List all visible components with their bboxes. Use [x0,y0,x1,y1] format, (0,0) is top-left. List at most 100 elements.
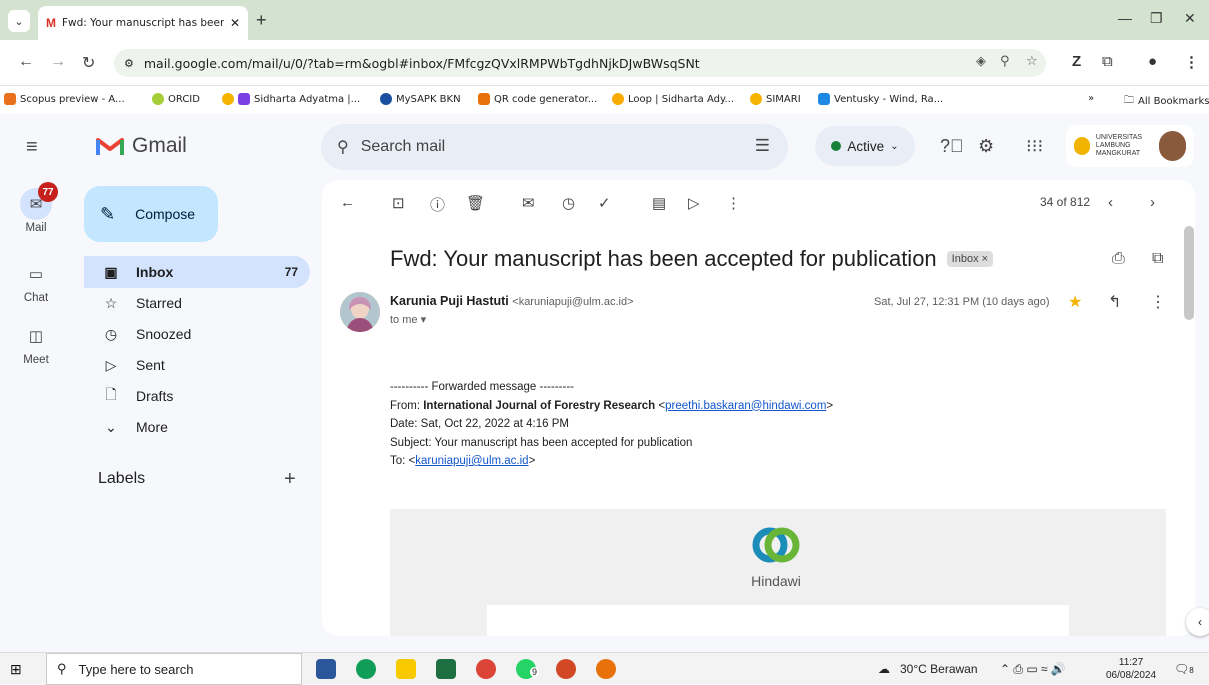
search-options-icon[interactable]: ☰ [755,136,770,156]
chrome-icon[interactable] [476,659,496,679]
search-bar[interactable]: ⚲ Search mail ☰ [321,124,788,170]
bookmark-simari[interactable]: SIMARI [750,93,801,105]
move-to-icon[interactable]: ▤ [652,194,666,212]
whatsapp-icon[interactable]: 9 [516,659,540,679]
add-label-button[interactable]: + [284,468,296,491]
archive-icon[interactable]: ⊡ [392,194,405,212]
bookmark-sidharta[interactable]: Sidharta Adyatma |... [222,93,360,105]
mark-unread-icon[interactable]: ✉ [522,194,535,212]
rail-meet-label: Meet [23,354,49,366]
account-switcher[interactable]: UNIVERSITAS LAMBUNG MANGKURAT [1066,125,1194,167]
label-icon[interactable]: ▷ [688,194,700,212]
bookmark-ventusky[interactable]: Ventusky - Wind, Ra... [818,93,943,105]
compose-label: Compose [135,206,196,222]
bookmark-label: Sidharta Adyatma |... [254,93,361,105]
nav-sent[interactable]: ▷ Sent [84,349,310,381]
report-spam-icon[interactable]: ⓘ [430,194,445,215]
windows-start-icon[interactable]: ⊞ [10,661,22,678]
new-tab-button[interactable]: + [256,10,267,31]
from-email-link[interactable]: preethi.baskaran@hindawi.com [665,400,826,412]
nav-more[interactable]: ⌄ More [84,411,310,443]
search-icon[interactable]: ⚲ [337,137,349,157]
powerpoint-icon[interactable] [556,659,576,679]
more-actions-icon[interactable]: ⋮ [1150,292,1166,312]
word-icon[interactable] [316,659,336,679]
nav-inbox[interactable]: ▣ Inbox 77 [84,256,310,288]
to-line: To: <karuniapuji@ulm.ac.id> [390,452,833,471]
rail-mail[interactable]: ✉ 77 Mail [0,182,72,234]
close-tab-icon[interactable]: ✕ [230,16,240,30]
edge-icon[interactable] [356,659,376,679]
bookmark-label: QR code generator... [494,93,598,105]
gmail-wordmark: Gmail [132,134,187,157]
tab-search-icon[interactable]: ⌄ [8,10,30,32]
bookmark-star-icon[interactable]: ☆ [1026,54,1038,69]
site-info-icon[interactable]: ⚙ [124,57,134,70]
profile-avatar-icon[interactable]: ● [1148,53,1157,70]
compose-button[interactable]: ✎ Compose [84,186,218,242]
rail-chat[interactable]: ▭ Chat [0,258,72,304]
chrome-alt-icon[interactable] [596,659,616,679]
older-icon[interactable]: › [1150,194,1155,211]
to-email-link[interactable]: karuniapuji@ulm.ac.id [415,455,528,467]
close-window-button[interactable]: ✕ [1184,10,1196,27]
forward-icon[interactable]: → [50,53,66,71]
bookmark-qr[interactable]: QR code generator... [478,93,597,105]
star-icon[interactable]: ★ [1068,292,1082,312]
reply-icon[interactable]: ↰ [1108,292,1121,312]
bookmarks-overflow[interactable]: » [1088,93,1094,104]
restore-button[interactable]: ❐ [1150,10,1163,27]
address-bar[interactable]: ⚙ mail.google.com/mail/u/0/?tab=rm&ogbl#… [114,49,1046,77]
delete-icon[interactable]: 🗑 [466,194,485,212]
sender-name[interactable]: Karunia Puji Hastuti [390,294,509,308]
tab-title: Fwd: Your manuscript has been [62,17,224,29]
nav-starred[interactable]: ☆ Starred [84,287,310,319]
inbox-label-chip[interactable]: Inbox × [946,251,994,267]
print-icon[interactable]: ⎙ [1112,250,1125,268]
side-panel-toggle[interactable]: ‹ [1186,608,1209,636]
loop-circle-icon [612,93,624,105]
bookmark-scopus[interactable]: Scopus preview - A... [4,93,125,105]
nav-drafts[interactable]: 🗋 Drafts [84,380,310,412]
sender-avatar[interactable] [340,292,380,332]
main-menu-icon[interactable]: ≡ [26,136,38,159]
all-bookmarks[interactable]: 🗀 All Bookmarks [1124,93,1209,110]
pane-scrollbar[interactable] [1184,226,1194,320]
open-in-new-window-icon[interactable]: ⧉ [1152,250,1163,268]
apps-grid-icon[interactable]: ⁝⁝⁝ [1026,136,1043,157]
file-explorer-icon[interactable] [396,659,416,679]
taskbar-search-input[interactable]: Type here to search [79,662,194,677]
extension-z-icon[interactable]: Z [1072,53,1081,70]
weather-icon[interactable]: ☁ [878,662,890,676]
recipient-details-toggle[interactable]: to me ▾ [390,313,426,326]
rail-meet[interactable]: ◫ Meet [0,320,72,366]
bookmark-orcid[interactable]: ORCID [152,93,200,105]
notification-icon[interactable]: 🗨8 [1174,662,1194,676]
bookmark-loop[interactable]: Loop | Sidharta Ady... [612,93,734,105]
back-to-inbox-icon[interactable]: ← [340,194,355,211]
zoom-icon[interactable]: ⚲ [1000,54,1010,69]
minimize-button[interactable]: — [1118,10,1132,26]
extensions-icon[interactable]: ⧉ [1102,53,1113,70]
gmail-logo[interactable]: Gmail [96,134,187,158]
taskbar-search[interactable]: ⚲ Type here to search [46,653,302,685]
more-options-icon[interactable]: ⋮ [726,194,741,212]
bookmark-mysapk[interactable]: MySAPK BKN [380,93,461,105]
system-clock[interactable]: 11:27 06/08/2024 [1106,656,1156,682]
back-icon[interactable]: ← [18,53,34,71]
add-task-icon[interactable]: ✓ [598,194,611,212]
eye-icon[interactable]: ◈ [976,54,986,69]
browser-tab-active[interactable]: M Fwd: Your manuscript has been ✕ [38,6,248,40]
excel-icon[interactable] [436,659,456,679]
snooze-icon[interactable]: ◷ [562,194,575,212]
weather-text[interactable]: 30°C Berawan [900,662,978,676]
tray-icons[interactable]: ⌃ ⎙ ▭ ≈ 🔊 [1000,662,1066,677]
help-icon[interactable]: ?⃝ [940,136,964,157]
status-button[interactable]: Active ⌄ [815,126,915,166]
settings-gear-icon[interactable]: ⚙ [978,136,994,157]
newer-icon[interactable]: ‹ [1108,194,1113,211]
reload-icon[interactable]: ↻ [82,53,95,73]
nav-snoozed[interactable]: ◷ Snoozed [84,318,310,350]
browser-menu-icon[interactable]: ⋮ [1184,53,1199,71]
search-input[interactable]: Search mail [361,138,445,156]
